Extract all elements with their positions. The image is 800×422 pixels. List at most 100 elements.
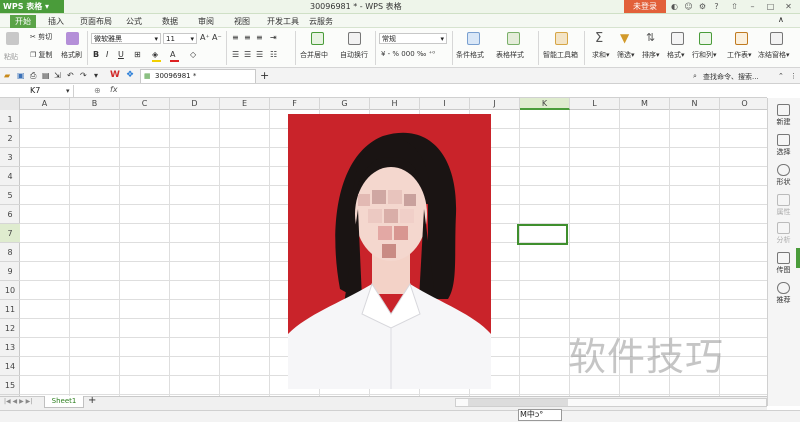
- border-icon[interactable]: ⊞: [134, 50, 141, 59]
- sidebar-item-new[interactable]: 新建: [768, 104, 799, 127]
- format-icon[interactable]: [671, 32, 684, 45]
- tab-cloud[interactable]: 云服务: [309, 15, 333, 28]
- column-header-e[interactable]: E: [220, 98, 270, 110]
- maximize-icon[interactable]: □: [766, 2, 775, 11]
- customize-icon[interactable]: ▾: [94, 71, 98, 80]
- document-tab[interactable]: 30096981 * ▦: [140, 69, 256, 83]
- italic-icon[interactable]: I: [106, 50, 108, 59]
- column-header-c[interactable]: C: [120, 98, 170, 110]
- smart-toolbox-icon[interactable]: [555, 32, 568, 45]
- wrap-text-icon[interactable]: [348, 32, 361, 45]
- feedback-icon[interactable]: ☺: [684, 2, 693, 11]
- format-button[interactable]: 格式▾: [667, 50, 685, 60]
- row-col-button[interactable]: 行和列▾: [692, 50, 717, 60]
- zoom-icon[interactable]: ⊕: [94, 86, 101, 95]
- grow-font-icon[interactable]: A⁺: [200, 33, 210, 42]
- align-left-icon[interactable]: ☰: [232, 50, 239, 59]
- ime-indicator[interactable]: M中ↄ°: [518, 409, 562, 421]
- minimize-icon[interactable]: –: [748, 2, 757, 11]
- export-icon[interactable]: ⇲: [54, 71, 61, 80]
- add-sheet-button[interactable]: +: [88, 395, 96, 406]
- align-bottom-icon[interactable]: ≡: [256, 33, 263, 42]
- tab-home[interactable]: 开始: [10, 15, 36, 28]
- shrink-font-icon[interactable]: A⁻: [212, 33, 222, 42]
- login-button[interactable]: 未登录: [624, 0, 666, 13]
- paste-button[interactable]: 粘贴: [4, 52, 18, 62]
- column-header-n[interactable]: N: [670, 98, 720, 110]
- cloud-icon[interactable]: ❖: [126, 70, 134, 80]
- command-search-input[interactable]: 查找命令、搜索...: [703, 72, 773, 82]
- sidebar-item-shape[interactable]: 形状: [768, 164, 799, 187]
- skin-icon[interactable]: ◐: [670, 2, 679, 11]
- redo-icon[interactable]: ↷: [80, 71, 87, 80]
- scrollbar-thumb[interactable]: [468, 399, 568, 406]
- align-right-icon[interactable]: ☰: [256, 50, 263, 59]
- format-painter-button[interactable]: 格式刷: [61, 50, 82, 60]
- bold-icon[interactable]: B: [93, 50, 99, 59]
- row-header-13[interactable]: 13: [0, 338, 20, 357]
- tab-formulas[interactable]: 公式: [126, 15, 142, 28]
- sort-icon[interactable]: ⇅: [646, 31, 655, 44]
- fx-icon[interactable]: fx: [110, 85, 118, 94]
- row-header-11[interactable]: 11: [0, 300, 20, 319]
- cut-button[interactable]: ✂ 剪切: [30, 32, 52, 42]
- font-name-select[interactable]: 微软雅黑 ▾: [91, 33, 161, 44]
- tab-view[interactable]: 视图: [234, 15, 250, 28]
- column-header-d[interactable]: D: [170, 98, 220, 110]
- row-header-5[interactable]: 5: [0, 186, 20, 205]
- row-col-icon[interactable]: [699, 32, 712, 45]
- inserted-portrait-photo[interactable]: [288, 114, 491, 389]
- row-header-8[interactable]: 8: [0, 243, 20, 262]
- sidebar-item-properties[interactable]: 属性: [768, 194, 799, 217]
- number-format-select[interactable]: 常规 ▾: [379, 33, 447, 44]
- name-box-dropdown-icon[interactable]: ▾: [66, 87, 70, 95]
- sum-icon[interactable]: Σ: [595, 31, 603, 46]
- settings-icon[interactable]: ⚙: [698, 2, 707, 11]
- undo-icon[interactable]: ↶: [67, 71, 74, 80]
- help-icon[interactable]: ?: [712, 2, 721, 11]
- font-size-select[interactable]: 11 ▾: [163, 33, 197, 44]
- column-header-a[interactable]: A: [20, 98, 70, 110]
- column-header-k[interactable]: K: [520, 98, 570, 110]
- row-header-14[interactable]: 14: [0, 357, 20, 376]
- tab-developer[interactable]: 开发工具: [267, 15, 299, 28]
- select-all-corner[interactable]: [0, 98, 20, 110]
- align-middle-icon[interactable]: ≡: [244, 33, 251, 42]
- row-header-6[interactable]: 6: [0, 205, 20, 224]
- row-header-2[interactable]: 2: [0, 129, 20, 148]
- sidebar-item-select[interactable]: 选择: [768, 134, 799, 157]
- row-header-1[interactable]: 1: [0, 110, 20, 129]
- row-header-10[interactable]: 10: [0, 281, 20, 300]
- sidebar-handle[interactable]: [796, 248, 800, 268]
- app-menu-button[interactable]: WPS 表格 ▾: [0, 0, 64, 13]
- wps-logo-icon[interactable]: W: [110, 70, 120, 80]
- row-header-3[interactable]: 3: [0, 148, 20, 167]
- filter-button[interactable]: 筛选▾: [617, 50, 635, 60]
- copy-button[interactable]: ❐ 复制: [30, 50, 53, 60]
- open-icon[interactable]: ▰: [4, 71, 10, 80]
- upload-icon[interactable]: ⇧: [730, 2, 739, 11]
- tab-review[interactable]: 审阅: [198, 15, 214, 28]
- wrap-text-button[interactable]: 自动换行: [340, 50, 368, 60]
- font-color-icon[interactable]: A: [170, 50, 175, 59]
- paste-icon[interactable]: [6, 32, 19, 45]
- sheet-tab[interactable]: Sheet1: [44, 396, 84, 408]
- fill-color-icon[interactable]: ◈: [152, 50, 158, 59]
- merge-center-icon[interactable]: [311, 32, 324, 45]
- row-header-4[interactable]: 4: [0, 167, 20, 186]
- align-top-icon[interactable]: ≡: [232, 33, 239, 42]
- table-style-button[interactable]: 表格样式: [496, 50, 524, 60]
- column-header-j[interactable]: J: [470, 98, 520, 110]
- worksheet-button[interactable]: 工作表▾: [727, 50, 752, 60]
- conditional-format-icon[interactable]: [467, 32, 480, 45]
- distribute-icon[interactable]: ☷: [270, 50, 277, 59]
- search-icon[interactable]: ⌕: [693, 72, 697, 81]
- save-icon[interactable]: ▣: [17, 71, 25, 80]
- print-preview-icon[interactable]: ▤: [42, 71, 50, 80]
- underline-icon[interactable]: U: [118, 50, 124, 59]
- row-header-12[interactable]: 12: [0, 319, 20, 338]
- format-painter-icon[interactable]: [66, 32, 79, 45]
- column-header-b[interactable]: B: [70, 98, 120, 110]
- clear-format-icon[interactable]: ◇: [190, 50, 196, 59]
- sidebar-item-analysis[interactable]: 分析: [768, 222, 799, 245]
